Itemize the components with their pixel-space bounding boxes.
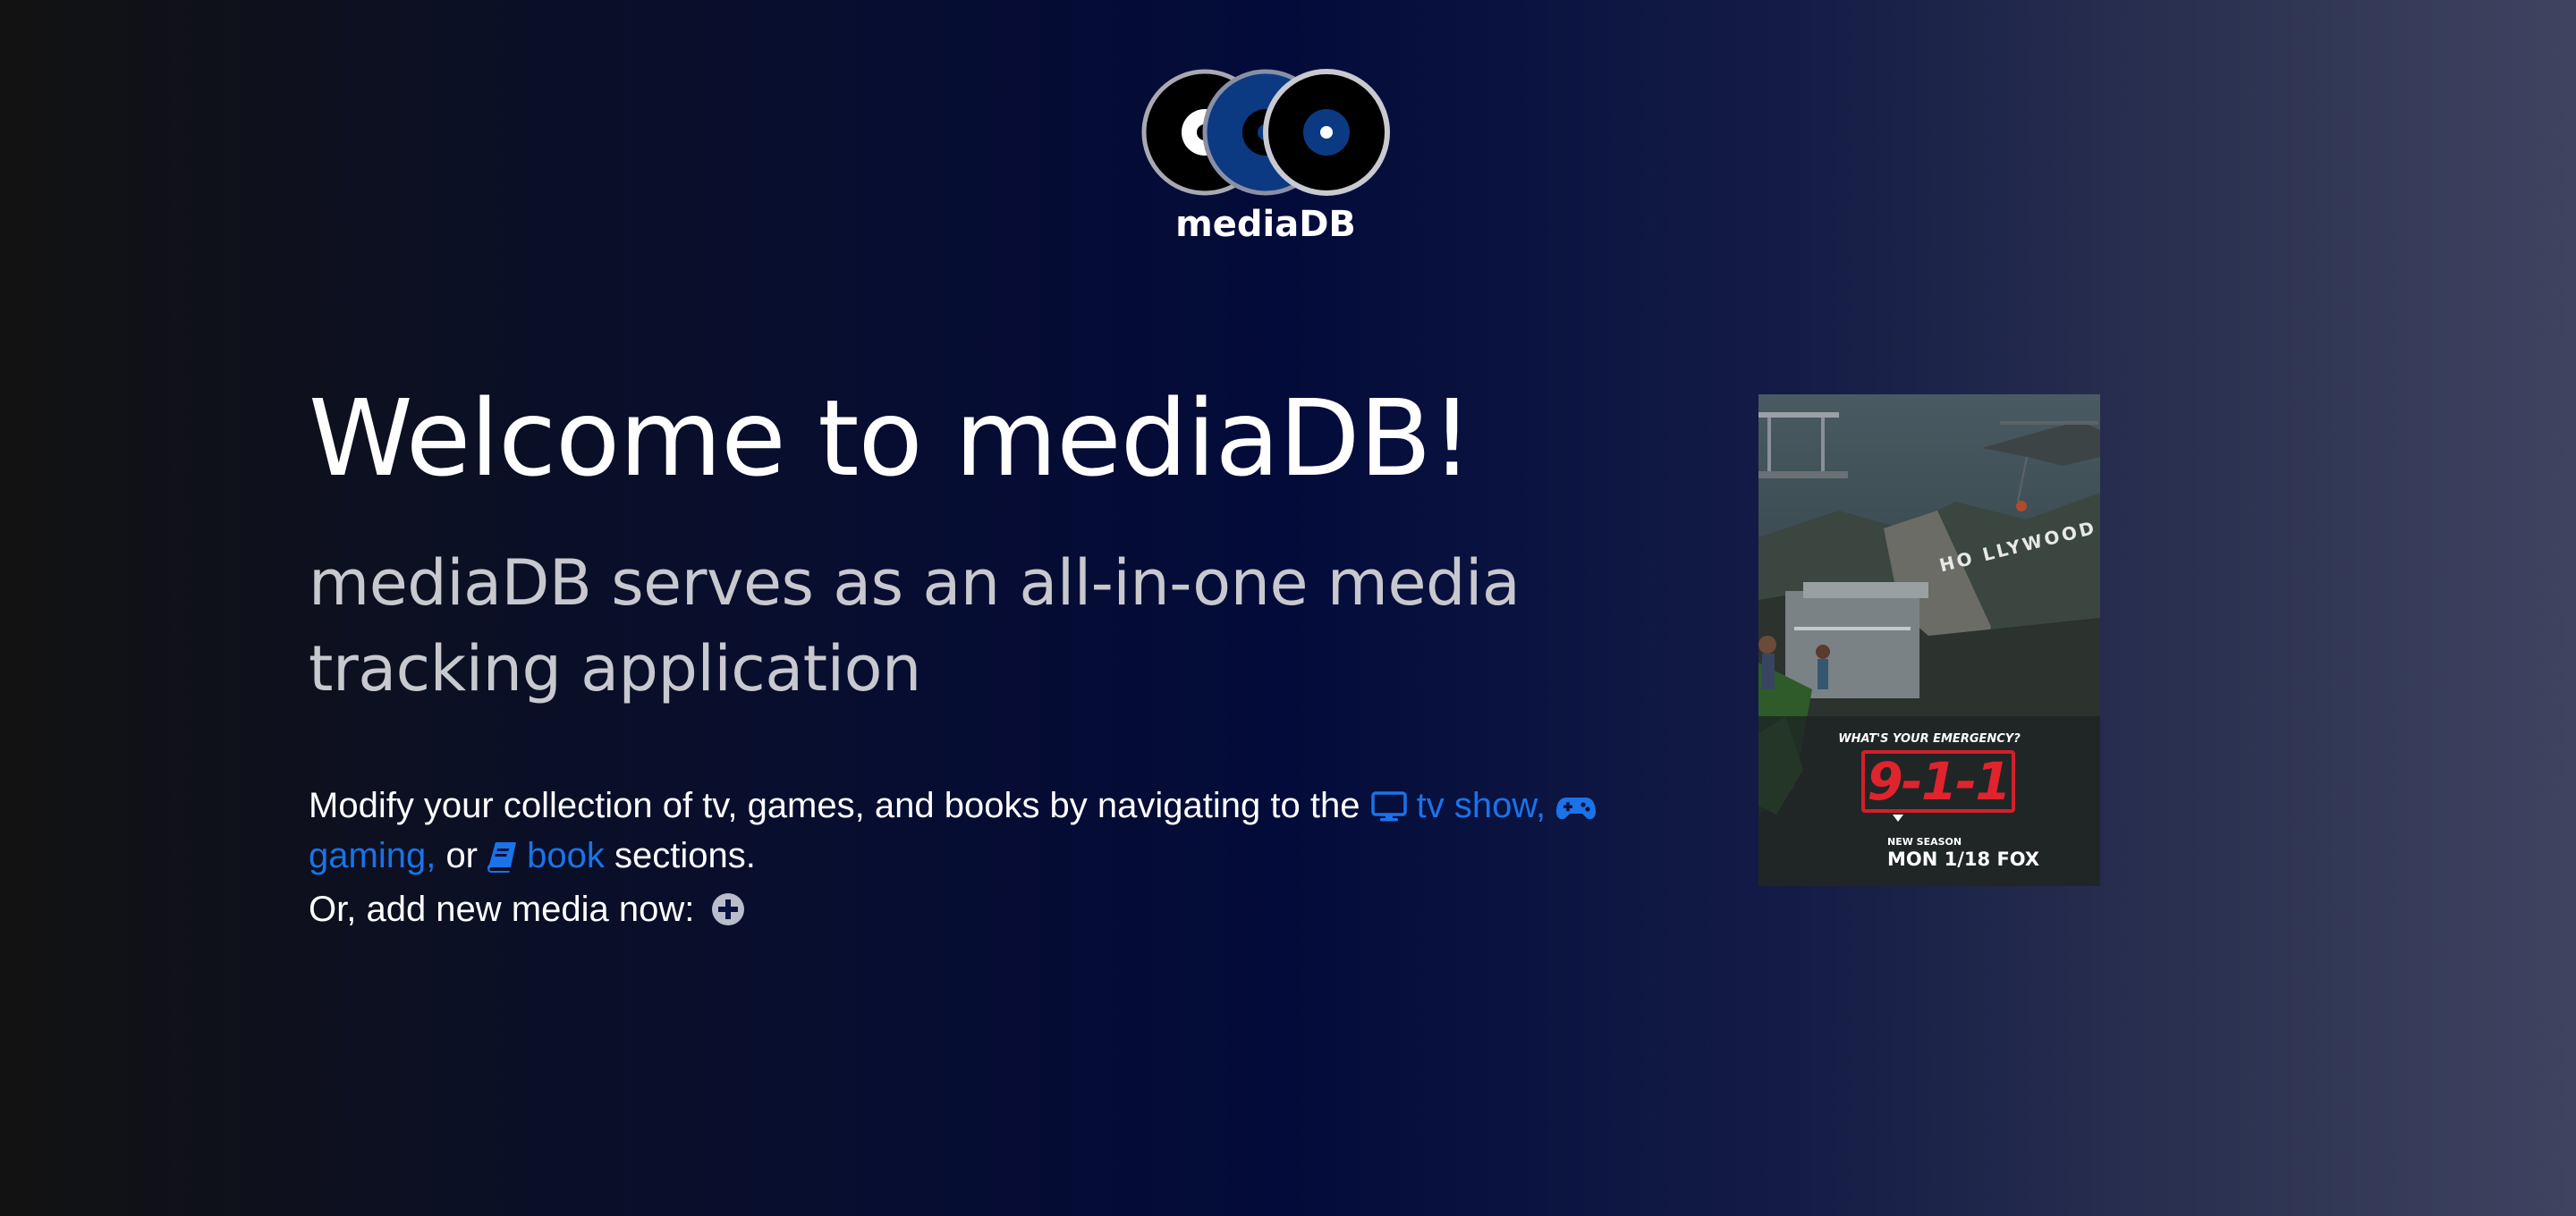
plus-circle-icon <box>712 893 745 925</box>
monitor-icon <box>1370 789 1408 833</box>
tv-show-link-label: tv show, <box>1416 786 1546 825</box>
add-media-line: Or, add new media now: <box>309 887 745 937</box>
intro-prefix: Modify your collection of tv, games, and… <box>309 786 1360 825</box>
tv-show-link[interactable]: tv show, <box>1370 786 1556 825</box>
book-link-label: book <box>527 836 605 875</box>
intro-or: or <box>445 836 479 875</box>
intro-suffix: sections. <box>614 836 756 875</box>
add-media-label: Or, add new media now: <box>309 890 695 929</box>
brand-name: mediaDB <box>1175 204 1356 245</box>
gaming-link-label: gaming, <box>309 836 436 875</box>
add-media-button[interactable] <box>711 892 745 937</box>
poster-tagline: WHAT'S YOUR EMERGENCY? <box>1838 732 2021 746</box>
book-link[interactable]: book <box>487 836 614 875</box>
navigation-intro: Modify your collection of tv, games, and… <box>309 783 1650 883</box>
film-reels-icon <box>1141 69 1390 196</box>
mediadb-logo[interactable]: mediaDB <box>1136 61 1404 258</box>
poster-show-logo: 9-1-1 <box>1861 750 2015 813</box>
gamepad-icon <box>1555 789 1597 833</box>
book-icon <box>487 839 518 883</box>
page-subtitle: mediaDB serves as an all-in-one media tr… <box>309 546 1521 705</box>
featured-poster[interactable]: HO LLYWOOD WHAT'S YOUR EMERGENCY? 9-1-1 … <box>1758 394 2100 886</box>
poster-season-label: NEW SEASON <box>1887 836 1962 848</box>
page-title: Welcome to mediaDB! <box>309 376 1473 500</box>
poster-airdate: MON 1/18 FOX <box>1887 849 2040 870</box>
